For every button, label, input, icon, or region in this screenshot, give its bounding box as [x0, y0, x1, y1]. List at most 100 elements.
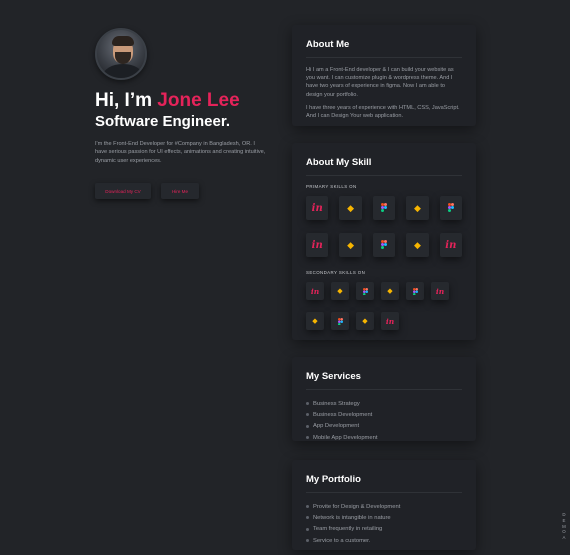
skill-tile: in: [381, 312, 399, 330]
service-label: Business Development: [313, 411, 373, 418]
services-divider: [306, 389, 462, 390]
skill-title: About My Skill: [306, 157, 372, 168]
invision-icon: in: [310, 286, 320, 296]
sketch-icon: ◆: [413, 202, 421, 213]
list-item: Provite for Design & Development: [306, 501, 462, 512]
side-vertical-text: D E M O A: [561, 512, 567, 541]
hire-me-button[interactable]: Hire Me: [161, 183, 199, 200]
skill-card: About My Skill PRIMARY SKILLS ON in ◆ ◆ in ◆…: [292, 143, 476, 340]
avatar-beard: [115, 52, 131, 64]
bullet-icon: [306, 402, 309, 406]
invision-icon: in: [311, 202, 323, 214]
figma-icon: [381, 199, 388, 217]
skill-tile: [372, 233, 396, 257]
bullet-icon: [306, 424, 309, 428]
skill-row: in ◆ ◆ in: [306, 282, 462, 300]
service-label: Business Strategy: [313, 400, 360, 407]
bullet-icon: [306, 539, 309, 543]
about-card: About Me Hi I am a Front-End developer &…: [292, 25, 476, 126]
portfolio-divider: [306, 492, 462, 493]
sketch-icon: ◆: [312, 317, 318, 325]
portfolio-label: Provite for Design & Development: [313, 503, 401, 510]
side-letter: A: [562, 535, 566, 541]
skill-tile: ◆: [306, 312, 324, 330]
sketch-icon: ◆: [362, 317, 368, 325]
skill-tile: ◆: [406, 196, 429, 220]
bullet-icon: [306, 516, 309, 520]
services-list: Business Strategy Business Development A…: [306, 398, 462, 443]
sketch-icon: ◆: [347, 239, 355, 250]
sketch-icon: ◆: [337, 287, 343, 295]
primary-skills-label: PRIMARY SKILLS ON: [306, 184, 357, 189]
services-card: My Services Business Strategy Business D…: [292, 357, 476, 441]
sketch-icon: ◆: [347, 202, 355, 213]
figma-icon: [381, 236, 388, 254]
service-label: App Development: [313, 423, 360, 430]
hero-heading: Hi, I’m Jone Lee: [95, 90, 275, 112]
hero-intro: I'm the Front-End Developer for #Company…: [95, 141, 266, 164]
sketch-icon: ◆: [413, 239, 421, 250]
hero-greeting: Hi, I’m: [95, 90, 158, 111]
list-item: Network is intangible in nature: [306, 512, 462, 523]
skill-divider: [306, 175, 462, 176]
skill-tile: [372, 196, 396, 220]
service-label: Mobile App Development: [313, 434, 378, 441]
invision-icon: in: [311, 239, 323, 251]
about-divider: [306, 57, 462, 58]
services-title: My Services: [306, 371, 361, 382]
download-cv-button[interactable]: Download My CV: [95, 183, 151, 200]
skill-tile: [356, 282, 374, 300]
hero-buttons: Download My CV Hire Me: [95, 183, 275, 200]
skill-tile: [406, 282, 424, 300]
skill-tile: in: [306, 233, 329, 257]
about-title: About Me: [306, 39, 350, 50]
figma-icon: [412, 282, 418, 300]
portfolio-title: My Portfolio: [306, 474, 361, 485]
figma-icon: [337, 312, 343, 330]
skill-tile: ◆: [331, 282, 349, 300]
skill-row: ◆ ◆ in: [306, 312, 462, 330]
figma-icon: [447, 199, 454, 217]
portfolio-label: Service to a customer.: [313, 537, 371, 544]
portfolio-card: My Portfolio Provite for Design & Develo…: [292, 460, 476, 550]
figma-icon: [362, 282, 368, 300]
skill-tile: in: [439, 233, 463, 257]
hero-section: Hi, I’m Jone Lee Software Engineer. I'm …: [95, 28, 275, 200]
list-item: Service to a customer.: [306, 535, 462, 546]
secondary-skills-label: SECONDARY SKILLS ON: [306, 270, 366, 275]
list-item: Team frequently in retailing: [306, 524, 462, 535]
bullet-icon: [306, 436, 309, 440]
skill-tile: [439, 196, 463, 220]
skill-row: in ◆ ◆: [306, 196, 463, 220]
skill-row: in ◆ ◆ in: [306, 233, 463, 257]
skill-tile: in: [306, 196, 329, 220]
bullet-icon: [306, 527, 309, 531]
skill-tile: in: [431, 282, 449, 300]
list-item: Business Strategy: [306, 398, 462, 409]
bullet-icon: [306, 505, 309, 509]
sketch-icon: ◆: [387, 287, 393, 295]
secondary-skills-grid: in ◆ ◆ in ◆ ◆ in: [306, 282, 462, 330]
invision-icon: in: [445, 239, 457, 251]
bullet-icon: [306, 413, 309, 417]
skill-tile: ◆: [339, 196, 362, 220]
skill-tile: ◆: [406, 233, 429, 257]
avatar: [95, 28, 147, 80]
about-paragraph-2: I have three years of experience with HT…: [306, 104, 460, 120]
invision-icon: in: [435, 286, 445, 296]
portfolio-label: Team frequently in retailing: [313, 526, 383, 533]
skill-tile: in: [306, 282, 324, 300]
list-item: App Development: [306, 421, 462, 432]
skill-tile: ◆: [381, 282, 399, 300]
skill-tile: ◆: [339, 233, 362, 257]
list-item: Business Development: [306, 409, 462, 420]
portfolio-label: Network is intangible in nature: [313, 514, 391, 521]
hero-role: Software Engineer.: [95, 113, 231, 130]
primary-skills-grid: in ◆ ◆ in ◆ ◆ in: [306, 196, 463, 257]
about-paragraph-1: Hi I am a Front-End developer & I can bu…: [306, 67, 454, 98]
portfolio-list: Provite for Design & Development Network…: [306, 501, 462, 546]
list-item: Mobile App Development: [306, 432, 462, 443]
invision-icon: in: [385, 316, 395, 326]
hero-name: Jone Lee: [157, 90, 240, 111]
skill-tile: ◆: [356, 312, 374, 330]
